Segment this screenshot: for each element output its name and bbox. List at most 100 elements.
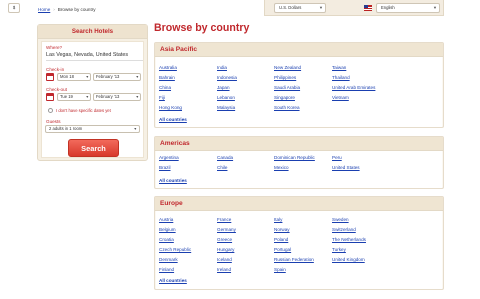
us-flag-icon — [364, 5, 372, 11]
region-title: Asia Pacific — [155, 43, 443, 57]
country-link[interactable]: China — [159, 85, 171, 90]
country-link[interactable]: Saudi Arabia — [274, 85, 300, 90]
breadcrumb-current: Browse by country — [57, 7, 96, 12]
breadcrumb-separator: › — [53, 7, 55, 12]
chevron-down-icon: ▼ — [85, 95, 89, 99]
checkin-month-select[interactable]: February '13 ▼ — [93, 73, 141, 81]
checkin-day-select[interactable]: Mon 18 ▼ — [57, 73, 91, 81]
checkin-label: Check-in — [46, 67, 65, 72]
country-link[interactable]: Brazil — [159, 165, 171, 170]
country-link[interactable]: Vietnam — [332, 95, 349, 100]
country-link[interactable]: Norway — [274, 227, 290, 232]
country-link[interactable]: South Korea — [274, 105, 300, 110]
region-title: Americas — [155, 137, 443, 151]
checkout-month-value: February '13 — [96, 94, 120, 99]
search-button[interactable]: Search — [68, 139, 119, 157]
chevron-down-icon: ▼ — [135, 95, 139, 99]
country-link[interactable]: Italy — [274, 217, 282, 222]
chevron-down-icon: ▼ — [133, 127, 137, 131]
country-link[interactable]: Hong Kong — [159, 105, 182, 110]
country-link[interactable]: Fiji — [159, 95, 165, 100]
country-link[interactable]: Turkey — [332, 247, 346, 252]
country-link[interactable]: Bahrain — [159, 75, 175, 80]
country-link[interactable]: Ireland — [217, 267, 231, 272]
calendar-icon[interactable] — [46, 93, 54, 101]
country-link[interactable]: Switzerland — [332, 227, 356, 232]
country-link[interactable]: Malaysia — [217, 105, 235, 110]
country-link[interactable]: Greece — [217, 237, 232, 242]
region-asia-pacific: Asia Pacific Australia Bahrain China Fij… — [154, 42, 444, 128]
checkout-day-select[interactable]: Tue 19 ▼ — [57, 93, 91, 101]
calendar-icon[interactable] — [46, 73, 54, 81]
all-countries-link[interactable]: All countries — [159, 117, 187, 122]
country-link[interactable]: Peru — [332, 155, 342, 160]
breadcrumb: Home › Browse by country — [38, 7, 96, 12]
country-link[interactable]: United Arab Emirates — [332, 85, 375, 90]
country-link[interactable]: Singapore — [274, 95, 295, 100]
country-link[interactable]: Poland — [274, 237, 288, 242]
region-americas: Americas Argentina Brazil Canada Chile D… — [154, 136, 444, 189]
region-country-list: Austria Belgium Croatia Czech Republic D… — [156, 211, 442, 289]
currency-symbol: $ — [12, 5, 16, 10]
country-link[interactable]: New Zealand — [274, 65, 301, 70]
region-country-list: Australia Bahrain China Fiji Hong Kong I… — [156, 57, 442, 127]
chevron-down-icon: ▼ — [319, 5, 323, 10]
guests-select[interactable]: 2 adults in 1 room ▼ — [45, 125, 140, 133]
currency-select[interactable]: U.S. Dollars ▼ — [274, 3, 326, 13]
where-input[interactable]: Las Vegas, Nevada, United States — [46, 52, 143, 61]
country-link[interactable]: France — [217, 217, 231, 222]
country-link[interactable]: Russian Federation — [274, 257, 314, 262]
search-panel-title: Search Hotels — [38, 25, 147, 39]
chevron-down-icon: ▼ — [135, 75, 139, 79]
country-link[interactable]: Austria — [159, 217, 173, 222]
country-link[interactable]: Argentina — [159, 155, 179, 160]
country-link[interactable]: Indonesia — [217, 75, 237, 80]
country-link[interactable]: Lebanon — [217, 95, 235, 100]
country-link[interactable]: India — [217, 65, 227, 70]
language-value: English — [381, 5, 395, 10]
country-link[interactable]: Dominican Republic — [274, 155, 315, 160]
country-link[interactable]: Portugal — [274, 247, 291, 252]
currency-symbol-select[interactable]: $ — [8, 3, 20, 13]
country-link[interactable]: Japan — [217, 85, 230, 90]
top-bar: Home › Browse by country $ U.S. Dollars ▼ E… — [0, 0, 480, 20]
chevron-down-icon: ▼ — [85, 75, 89, 79]
no-dates-checkbox[interactable] — [48, 108, 53, 113]
country-link[interactable]: Canada — [217, 155, 233, 160]
country-link[interactable]: Philippines — [274, 75, 296, 80]
country-link[interactable]: Croatia — [159, 237, 174, 242]
country-link[interactable]: Spain — [274, 267, 286, 272]
language-select[interactable]: English ▼ — [376, 3, 440, 13]
checkout-month-select[interactable]: February '13 ▼ — [93, 93, 141, 101]
breadcrumb-home-link[interactable]: Home — [38, 7, 50, 12]
region-europe: Europe Austria Belgium Croatia Czech Rep… — [154, 196, 444, 290]
country-link[interactable]: Czech Republic — [159, 247, 191, 252]
page-title: Browse by country — [154, 22, 250, 34]
country-link[interactable]: Chile — [217, 165, 227, 170]
no-dates-label: I don't have specific dates yet — [56, 107, 111, 113]
country-link[interactable]: The Netherlands — [332, 237, 366, 242]
country-link[interactable]: Iceland — [217, 257, 232, 262]
checkin-month-value: February '13 — [96, 74, 120, 79]
country-link[interactable]: United Kingdom — [332, 257, 365, 262]
country-link[interactable]: Taiwan — [332, 65, 346, 70]
country-link[interactable]: Thailand — [332, 75, 350, 80]
all-countries-link[interactable]: All countries — [159, 178, 187, 183]
country-link[interactable]: Finland — [159, 267, 174, 272]
country-link[interactable]: Hungary — [217, 247, 234, 252]
country-link[interactable]: Australia — [159, 65, 177, 70]
where-label: Where? — [46, 45, 63, 50]
country-link[interactable]: Denmark — [159, 257, 178, 262]
chevron-down-icon: ▼ — [433, 5, 437, 10]
region-title: Europe — [155, 197, 443, 211]
country-link[interactable]: Belgium — [159, 227, 176, 232]
country-link[interactable]: United States — [332, 165, 360, 170]
country-link[interactable]: Germany — [217, 227, 236, 232]
country-link[interactable]: Mexico — [274, 165, 289, 170]
checkout-label: Check-out — [46, 87, 67, 92]
currency-value: U.S. Dollars — [279, 5, 302, 10]
region-country-list: Argentina Brazil Canada Chile Dominican … — [156, 151, 442, 188]
country-link[interactable]: Sweden — [332, 217, 349, 222]
all-countries-link[interactable]: All countries — [159, 278, 187, 283]
guests-label: Guests — [46, 119, 61, 124]
